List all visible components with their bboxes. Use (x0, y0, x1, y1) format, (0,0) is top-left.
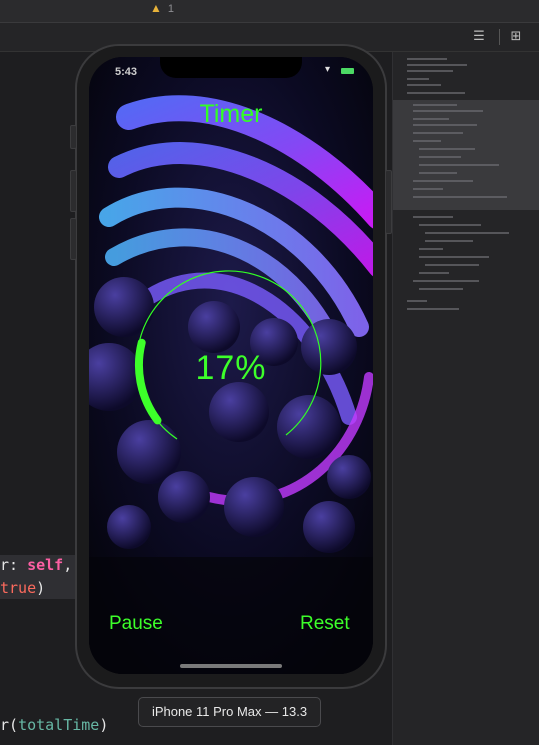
toolbar-divider (499, 29, 500, 45)
app-screen: 5:43 ▾ Timer 17% Pause Reset (89, 57, 373, 674)
mute-switch[interactable] (70, 125, 77, 149)
editor-options-icon[interactable]: ☰ (470, 28, 488, 44)
reset-button[interactable]: Reset (300, 613, 350, 635)
xcode-activity-bar: ▲ 1 (0, 0, 539, 23)
add-editor-icon[interactable]: ⊞ (507, 28, 525, 44)
code-line[interactable]: r(totalTime) (0, 716, 108, 734)
side-button[interactable] (385, 170, 392, 234)
volume-up-button[interactable] (70, 170, 77, 212)
progress-percentage: 17% (195, 349, 267, 387)
minimap-viewport (393, 100, 539, 210)
warning-icon: ▲ (150, 1, 162, 15)
code-minimap[interactable] (392, 52, 539, 745)
pause-button[interactable]: Pause (109, 613, 163, 635)
code-line[interactable]: r: self, (0, 556, 72, 574)
warning-count: 1 (167, 3, 175, 15)
volume-down-button[interactable] (70, 218, 77, 260)
simulator-device-label: iPhone 11 Pro Max — 13.3 (138, 697, 321, 727)
progress-ring-fill (134, 338, 162, 425)
home-indicator (180, 664, 282, 668)
warning-indicator[interactable]: ▲ 1 (150, 1, 174, 15)
code-line[interactable]: true) (0, 579, 45, 597)
